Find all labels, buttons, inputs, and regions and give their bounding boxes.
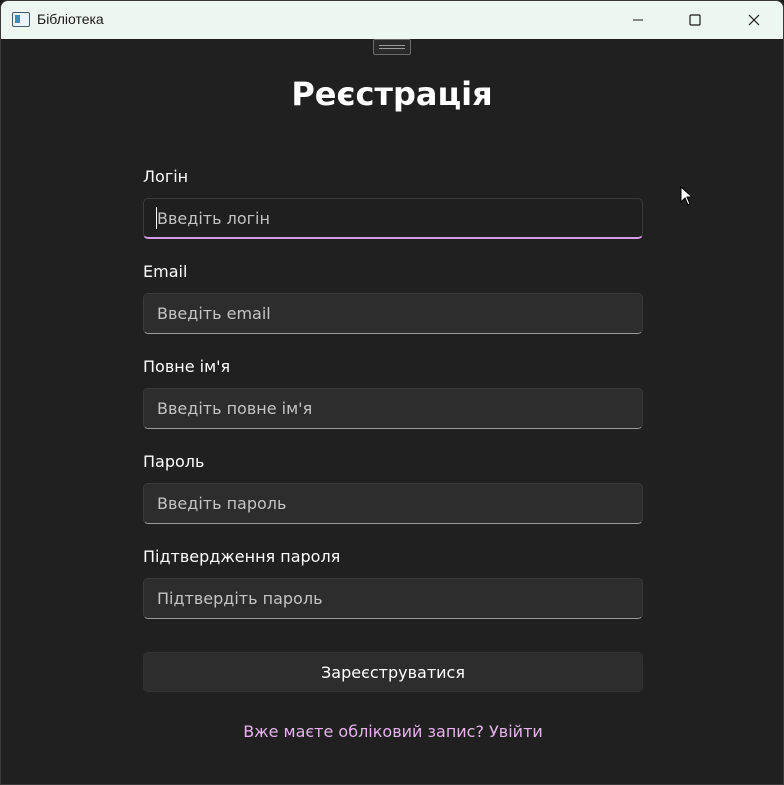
window-title: Бібліотека — [37, 11, 104, 27]
email-input[interactable] — [143, 293, 643, 334]
full-name-label: Повне ім'я — [143, 357, 231, 376]
maximize-button[interactable] — [666, 1, 724, 39]
password-input[interactable] — [143, 483, 643, 524]
drag-handle[interactable] — [373, 39, 411, 55]
close-icon — [748, 14, 760, 26]
page-title: Реєстрація — [291, 75, 493, 113]
mouse-cursor-icon — [680, 186, 694, 206]
minimize-icon — [633, 19, 643, 21]
text-caret — [156, 207, 157, 229]
email-label: Email — [143, 262, 188, 281]
register-button[interactable]: Зареєструватися — [143, 652, 643, 692]
full-name-input[interactable] — [143, 388, 643, 429]
maximize-icon — [689, 14, 701, 26]
password-label: Пароль — [143, 452, 205, 471]
app-icon — [12, 12, 30, 27]
app-window: Бібліотека Реєстрація Логін Email Повне … — [0, 0, 784, 785]
login-input[interactable] — [143, 198, 643, 239]
confirm-password-input[interactable] — [143, 578, 643, 619]
minimize-button[interactable] — [609, 1, 667, 39]
confirm-password-label: Підтвердження пароля — [143, 547, 341, 566]
login-label: Логін — [143, 167, 189, 186]
close-button[interactable] — [725, 1, 783, 39]
title-bar[interactable]: Бібліотека — [1, 1, 783, 39]
login-link[interactable]: Вже маєте обліковий запис? Увійти — [1, 722, 783, 741]
